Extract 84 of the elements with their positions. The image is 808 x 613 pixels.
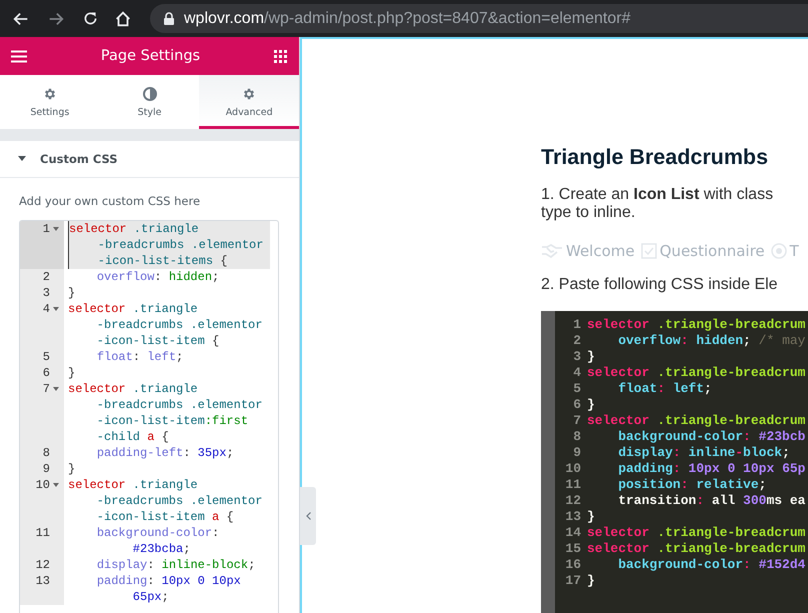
home-icon[interactable] (114, 10, 132, 28)
code-line: selector .triangle-breadcrum (587, 413, 806, 429)
code-line: } (587, 573, 596, 589)
collapse-handle[interactable] (300, 487, 316, 545)
code-line: background-color: #152d4 (617, 557, 806, 573)
code-line: } (587, 509, 596, 525)
line-number: 1 (572, 317, 581, 333)
code-line: padding: 10px 0 10px 65px; (96, 573, 242, 606)
line-number: 7 (42, 381, 50, 398)
line-number: 5 (42, 349, 50, 366)
line-number: 12 (564, 493, 581, 509)
menu-icon[interactable] (11, 50, 27, 63)
line-number: 1 (42, 221, 50, 238)
grid-icon[interactable] (274, 50, 287, 63)
line-number: 11 (564, 477, 581, 493)
line-number: 3 (42, 285, 50, 302)
line-number: 4 (572, 365, 581, 381)
code-line: float: left; (96, 349, 184, 366)
line-number: 16 (564, 557, 581, 573)
fold-icon[interactable] (53, 387, 59, 392)
code-line: padding-left: 35px; (96, 445, 235, 462)
code-line: selector .triangle -breadcrumbs .elementor -icon-list-item:first -child a { (68, 381, 264, 446)
code-line: background-color: #23bcba; (96, 525, 220, 558)
line-number: 17 (564, 573, 581, 589)
page-heading: Triangle Breadcrumbs (541, 145, 770, 170)
panel-title: Page Settings (100, 48, 200, 64)
line-number: 9 (572, 445, 581, 461)
code-line: transition: all 300ms ea (617, 493, 806, 509)
code-line: selector .triangle-breadcrum (587, 317, 806, 333)
line-number: 9 (42, 461, 50, 478)
tab[interactable]: Advanced (199, 75, 300, 130)
reload-icon[interactable] (82, 10, 99, 27)
line-number: 12 (36, 557, 50, 574)
code-line: position: relative; (617, 477, 768, 493)
code-line: selector .triangle -breadcrumbs .elementor -icon-list-item a { (68, 477, 264, 526)
code-line: } (587, 349, 596, 365)
code-line: selector .triangle-breadcrum (587, 525, 806, 541)
code-line: selector .triangle -breadcrumbs .elementor -icon-list-item { (68, 301, 264, 350)
line-number: 10 (36, 477, 50, 494)
contrast-icon (142, 86, 156, 101)
code-line: overflow: hidden; (96, 269, 220, 286)
line-number: 6 (42, 365, 50, 382)
line-number: 13 (564, 509, 581, 525)
code-line: } (587, 397, 596, 413)
line-number: 2 (42, 269, 50, 286)
code-line: } (68, 285, 76, 302)
line-number: 7 (572, 413, 581, 429)
gear-icon (42, 86, 57, 101)
code-line: background-color: #23bcb (617, 429, 806, 445)
fold-icon[interactable] (53, 307, 59, 312)
line-number: 8 (572, 429, 581, 445)
checkbox-icon (640, 243, 657, 259)
line-number: 11 (36, 525, 50, 542)
code-line: padding: 10px 0 10px 65p (617, 461, 806, 477)
line-number: 15 (564, 541, 581, 557)
line-number: 8 (42, 445, 50, 462)
fold-icon[interactable] (53, 483, 59, 488)
line-number: 3 (572, 349, 581, 365)
address-bar[interactable]: wplovr.com/wp-admin/post.php?post=8407&action=elementor# (150, 4, 808, 33)
instruction-text: 2. Paste following CSS inside Ele (541, 276, 779, 294)
line-number: 5 (572, 381, 581, 397)
section-header[interactable]: Custom CSS (0, 140, 299, 178)
description-text: Add your own custom CSS here (19, 194, 202, 208)
instruction-text: 1. Create an Icon List with class type to inline. (541, 186, 774, 222)
line-number: 4 (42, 301, 50, 318)
gear-icon (242, 86, 256, 101)
line-number: 10 (564, 461, 581, 477)
code-line: selector .triangle-breadcrum (587, 541, 806, 557)
line-number: 6 (572, 397, 581, 413)
code-line: display: inline-block; (96, 557, 256, 574)
line-number: 2 (572, 333, 581, 349)
code-line: overflow: hidden; /* may (617, 333, 806, 349)
chevron-icon (306, 512, 310, 520)
lock-icon (164, 12, 174, 25)
code-line: float: left; (617, 381, 713, 397)
code-line: } (68, 461, 76, 478)
line-number: 14 (564, 525, 581, 541)
line-number: 13 (36, 573, 50, 590)
code-line: selector .triangle-breadcrum (587, 365, 806, 381)
handshake-icon (541, 244, 563, 258)
radio-icon (770, 243, 787, 259)
code-line: } (68, 365, 76, 382)
fold-icon[interactable] (53, 227, 59, 232)
code-line: display: inline-block; (617, 445, 791, 461)
